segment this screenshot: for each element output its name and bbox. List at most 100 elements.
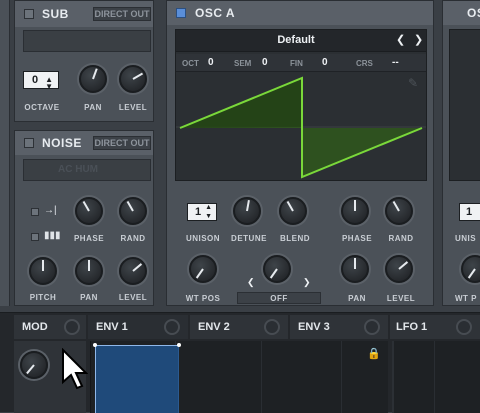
mouse-cursor-icon [62, 348, 88, 390]
env-2-dial-icon[interactable] [264, 319, 280, 335]
noise-preset-name: AC HUM [58, 164, 98, 175]
mod-tab-label: MOD [22, 321, 48, 333]
param-crs-label: CRS [356, 59, 373, 68]
keyboard-icon: ▮▮▮ [44, 230, 61, 241]
unison-value: 1 [195, 206, 202, 218]
osc-b-unison-spinner[interactable]: 1 [459, 203, 480, 221]
param-oct-label: OCT [182, 59, 199, 68]
detune-label: DETUNE [231, 234, 267, 243]
noise-keytrack-toggle[interactable]: ▮▮▮ [31, 230, 61, 242]
noise-title: NOISE [42, 136, 82, 150]
mod-tab[interactable]: MOD [14, 315, 86, 339]
warp-prev-icon[interactable]: ❮ [247, 277, 255, 288]
noise-rand-knob[interactable] [119, 197, 147, 225]
tab-env-3-label: ENV 3 [298, 321, 330, 333]
env-shape[interactable] [95, 345, 179, 413]
warp-mode-label[interactable]: OFF [237, 292, 321, 304]
tab-env-1[interactable]: ENV 1 [88, 315, 188, 339]
osc-a-phase-label: PHASE [341, 234, 373, 243]
param-fin-label: FIN [290, 59, 303, 68]
noise-enable-toggle[interactable] [24, 138, 34, 148]
unison-spinner[interactable]: 1 ▲ ▼ [187, 203, 217, 221]
osc-a-title: OSC A [195, 6, 236, 20]
lfo-1-dial-icon[interactable] [456, 319, 472, 335]
osc-a-pan-knob[interactable] [341, 255, 369, 283]
param-crs-value[interactable]: -- [392, 57, 399, 68]
spinner-down-icon: ▼ [45, 82, 53, 91]
osc-a-level-label: LEVEL [386, 294, 416, 303]
osc-b-wt-pos-knob[interactable] [461, 255, 480, 283]
mod-amount-knob[interactable] [20, 351, 48, 379]
noise-direct-out-button[interactable]: DIRECT OUT [93, 136, 151, 150]
env-1-dial-icon[interactable] [164, 319, 180, 335]
unison-spin-icon: ▲ ▼ [205, 204, 212, 220]
preset-next-icon[interactable]: ❯ [414, 33, 423, 46]
noise-rand-label: RAND [120, 234, 146, 243]
lfo-grid-line [434, 341, 435, 413]
mod-section: MOD ENV 1 ENV 2 ENV 3 LFO 1 🔒 [0, 312, 480, 413]
wavetable-display[interactable]: Default ❮ ❯ OCT 0 SEM 0 FIN 0 CRS -- ✎ [175, 29, 427, 181]
waveform-graph [176, 76, 426, 179]
osc-b-unison-value: 1 [466, 206, 473, 218]
left-edge-strip [0, 0, 10, 306]
wavetable-preset-name[interactable]: Default [196, 34, 396, 46]
osc-a-pan-label: PAN [348, 294, 366, 303]
tab-env-2[interactable]: ENV 2 [190, 315, 288, 339]
sub-panel: SUB DIRECT OUT 0 ▲ ▼ OCTAVE PAN LEVEL [14, 0, 154, 122]
keytrack-led [31, 233, 39, 241]
osc-a-level-knob[interactable] [385, 255, 413, 283]
noise-preset-display[interactable]: AC HUM [23, 159, 151, 181]
osc-a-panel: OSC A Default ❮ ❯ OCT 0 SEM 0 FIN 0 CRS … [166, 0, 434, 306]
sub-level-label: LEVEL [118, 103, 148, 112]
sub-octave-spinner[interactable]: 0 ▲ ▼ [23, 71, 59, 91]
noise-pitch-knob[interactable] [29, 257, 57, 285]
env-point-peak[interactable] [177, 343, 181, 347]
noise-pan-knob[interactable] [75, 257, 103, 285]
blend-label: BLEND [279, 234, 311, 243]
env-grid-line [261, 341, 262, 413]
osc-a-phase-knob[interactable] [341, 197, 369, 225]
lock-icon[interactable]: 🔒 [367, 347, 381, 360]
unison-label: UNISON [185, 234, 221, 243]
env-graph[interactable]: 🔒 [90, 341, 388, 413]
tab-lfo-1[interactable]: LFO 1 [390, 315, 480, 339]
sub-direct-out-button[interactable]: DIRECT OUT [93, 7, 151, 21]
sub-pan-knob[interactable] [79, 65, 107, 93]
sub-pan-label: PAN [84, 103, 102, 112]
env-point-start[interactable] [93, 343, 97, 347]
osc-a-rand-knob[interactable] [385, 197, 413, 225]
osc-b-wavetable-display[interactable] [449, 29, 480, 181]
param-oct-value[interactable]: 0 [208, 57, 214, 68]
env-3-dial-icon[interactable] [364, 319, 380, 335]
noise-level-knob[interactable] [119, 257, 147, 285]
sub-enable-toggle[interactable] [24, 9, 34, 19]
warp-knob[interactable] [263, 255, 291, 283]
sub-level-knob[interactable] [119, 65, 147, 93]
noise-retrigger-toggle[interactable]: →| [31, 205, 57, 217]
tab-lfo-1-label: LFO 1 [396, 321, 428, 333]
sub-octave-value: 0 [32, 74, 39, 86]
blend-knob[interactable] [279, 197, 307, 225]
warp-next-icon[interactable]: ❯ [303, 277, 311, 288]
tab-env-3[interactable]: ENV 3 [290, 315, 388, 339]
noise-pitch-label: PITCH [29, 293, 57, 302]
param-fin-value[interactable]: 0 [322, 57, 328, 68]
osc-b-panel: OS 1 UNIS WT P [442, 0, 480, 306]
noise-phase-knob[interactable] [75, 197, 103, 225]
preset-prev-icon[interactable]: ❮ [396, 33, 405, 46]
sub-octave-label: OCTAVE [24, 103, 60, 112]
noise-phase-label: PHASE [73, 234, 105, 243]
lfo-graph[interactable] [392, 341, 480, 413]
retrigger-led [31, 208, 39, 216]
mod-dial-icon[interactable] [64, 319, 80, 335]
detune-knob[interactable] [233, 197, 261, 225]
tab-env-2-label: ENV 2 [198, 321, 230, 333]
env-grid-line [341, 341, 342, 413]
osc-a-enable-toggle[interactable] [176, 8, 186, 18]
tab-env-1-label: ENV 1 [96, 321, 128, 333]
wt-pos-knob[interactable] [189, 255, 217, 283]
noise-pan-label: PAN [80, 293, 98, 302]
sub-waveform-display[interactable] [23, 30, 151, 52]
osc-b-unison-label: UNIS [455, 234, 477, 243]
param-sem-value[interactable]: 0 [262, 57, 268, 68]
